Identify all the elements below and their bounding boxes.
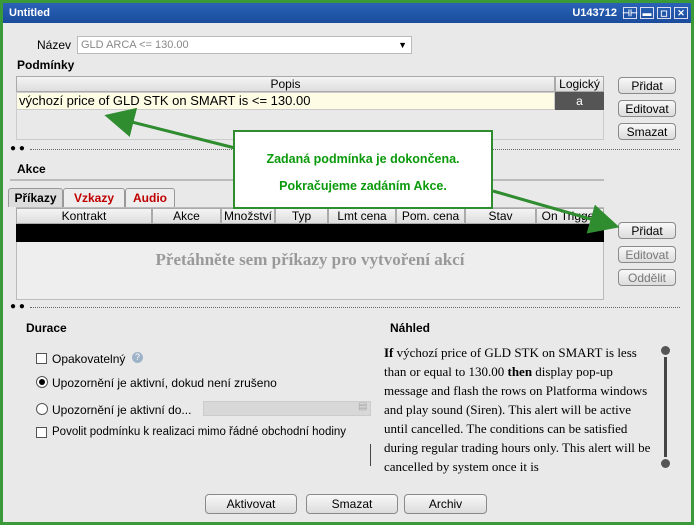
callout-arrows xyxy=(104,107,620,234)
callout-box: Zadaná podmínka je dokončena. Pokračujem… xyxy=(233,130,493,209)
arrow-to-add xyxy=(492,189,620,234)
callout-line2: Pokračujeme zadáním Akce. xyxy=(279,179,447,193)
callout-line1: Zadaná podmínka je dokončena. xyxy=(266,152,460,166)
arrow-to-condition xyxy=(104,107,236,150)
